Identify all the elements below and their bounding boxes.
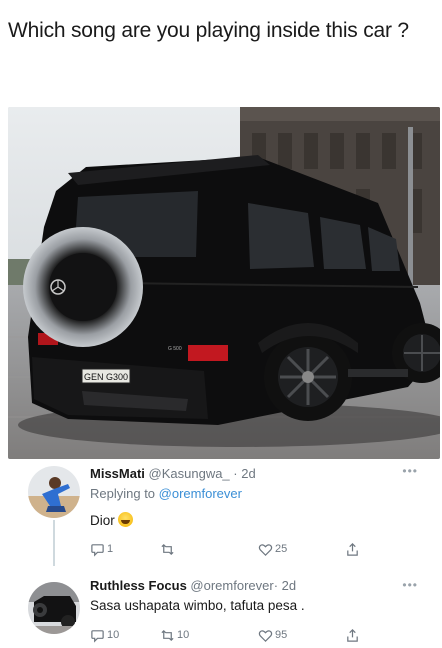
tweet-actions: 1 25 [90,540,370,558]
replying-to: Replying to @oremforever [90,486,242,501]
separator: · [273,578,279,593]
share-button[interactable] [345,626,362,644]
tweet-text: Sasa ushapata wimbo, tafuta pesa . [90,598,305,613]
share-button[interactable] [345,540,362,558]
retweet-button[interactable]: 10 [160,626,189,644]
like-button[interactable]: 95 [258,626,287,644]
like-count: 95 [275,629,288,641]
user-handle[interactable]: @Kasungwa_ [149,466,230,481]
tweet-actions: 10 10 95 [90,626,370,644]
retweet-icon [161,629,174,641]
tweet-text: Dior [90,512,133,528]
tweet-header: MissMati @Kasungwa_ · 2d [90,466,256,481]
avatar[interactable] [28,466,80,518]
more-options-icon[interactable]: ••• [402,578,418,592]
mention-link[interactable]: @oremforever [159,486,242,501]
like-button[interactable]: 25 [258,540,287,558]
reply-button[interactable]: 10 [90,626,119,644]
separator: · [233,466,238,481]
car-photo[interactable]: GEN G300 G 500 [8,107,440,459]
retweet-icon [161,543,174,555]
avatar[interactable] [28,582,80,634]
reply-button[interactable]: 1 [90,540,113,558]
reply-count: 10 [107,629,120,641]
display-name[interactable]: Ruthless Focus [90,578,187,593]
tweet-header: Ruthless Focus @oremforever· 2d [90,578,296,593]
share-icon [347,542,358,556]
user-handle[interactable]: @oremforever [190,578,273,593]
reply-count: 1 [107,543,114,555]
tweet-text-content: Dior [90,513,115,528]
more-options-icon[interactable]: ••• [402,464,418,478]
replying-to-prefix: Replying to [90,486,159,501]
thread-line [53,520,55,566]
laughing-emoji-icon [117,512,133,527]
license-plate-text: GEN G300 [84,372,128,382]
retweet-count: 10 [177,629,190,641]
share-icon [347,628,358,642]
heart-icon [258,543,273,556]
reply-icon [91,629,104,643]
heart-icon [258,629,273,642]
reply-icon [91,543,104,557]
tweet-missmati[interactable]: MissMati @Kasungwa_ · 2d ••• Replying to… [0,460,442,566]
display-name[interactable]: MissMati [90,466,145,481]
tweet-ruthless-focus[interactable]: Ruthless Focus @oremforever· 2d ••• Sasa… [0,566,442,648]
model-badge-text: G 500 [168,346,182,352]
timestamp[interactable]: 2d [282,578,296,593]
retweet-button[interactable] [160,540,177,558]
like-count: 25 [275,543,288,555]
timestamp[interactable]: 2d [241,466,255,481]
post-caption: Which song are you playing inside this c… [8,19,409,42]
